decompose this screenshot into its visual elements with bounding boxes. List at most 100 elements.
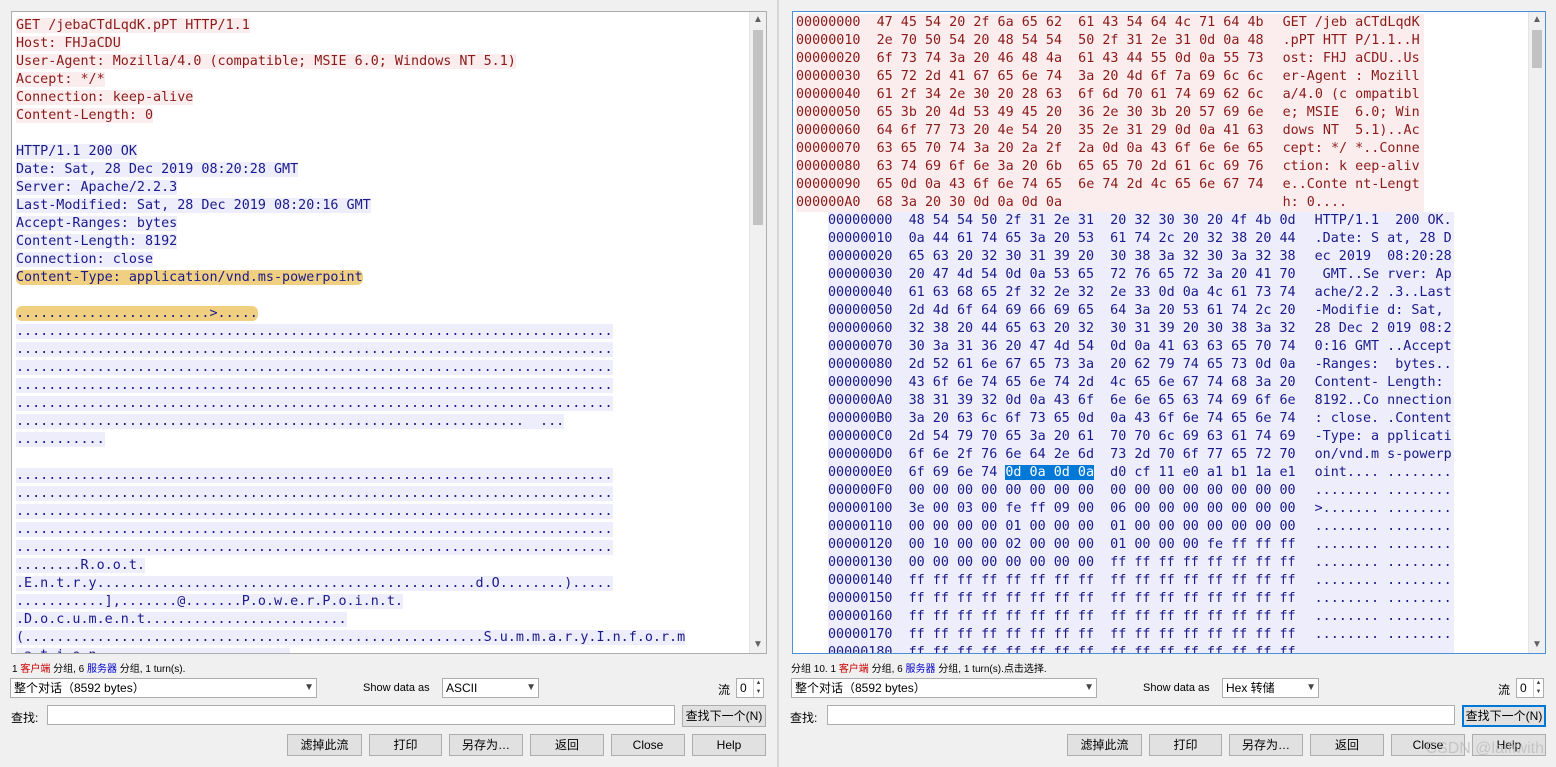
stream-line-text: ........................................…: [16, 486, 613, 501]
scroll-up-icon[interactable]: ▲: [750, 12, 766, 28]
find-input[interactable]: [47, 705, 675, 725]
hex-bytes[interactable]: 61 2f 34 2e 30 20 28 63 6f 6d 70 61 74 6…: [877, 86, 1283, 104]
hex-bytes[interactable]: 2d 54 79 70 65 3a 20 61 70 70 6c 69 63 6…: [909, 428, 1315, 446]
hex-bytes[interactable]: 00 00 00 00 01 00 00 00 01 00 00 00 00 0…: [909, 518, 1315, 536]
hex-bytes[interactable]: 47 45 54 20 2f 6a 65 62 61 43 54 64 4c 7…: [877, 14, 1283, 32]
filter-stream-button[interactable]: 滤掉此流: [1067, 734, 1142, 756]
stream-line: ........R.o.o.t.: [16, 557, 685, 575]
stream-line: (.......................................…: [16, 629, 686, 647]
hex-ascii: ........ ........: [1314, 483, 1452, 498]
vertical-scrollbar[interactable]: ▲ ▼: [1528, 12, 1545, 653]
stream-line-text: ........................................…: [16, 414, 565, 429]
stepper-arrows-icon[interactable]: ▲ ▼: [753, 679, 763, 697]
back-button[interactable]: 返回: [1310, 734, 1384, 756]
hex-bytes[interactable]: ff ff ff ff ff ff ff ff ff ff ff ff ff f…: [909, 608, 1315, 626]
show-data-label: Show data as: [1143, 682, 1210, 694]
stream-line: Content-Type: application/vnd.ms-powerpo…: [16, 269, 685, 287]
hex-bytes[interactable]: 48 54 54 50 2f 31 2e 31 20 32 30 30 20 4…: [909, 212, 1315, 230]
hex-bytes[interactable]: ff ff ff ff ff ff ff ff ff ff ff ff ff f…: [909, 572, 1315, 590]
hex-bytes[interactable]: 63 74 69 6f 6e 3a 20 6b 65 65 70 2d 61 6…: [877, 158, 1283, 176]
hex-bytes[interactable]: 0a 44 61 74 65 3a 20 53 61 74 2c 20 32 3…: [909, 230, 1315, 248]
stream-number-stepper[interactable]: 0 ▲ ▼: [736, 678, 764, 698]
selected-bytes[interactable]: 0d 0a 0d 0a: [1005, 465, 1095, 480]
stream-line: ........................................…: [16, 413, 685, 431]
hex-ascii: e; MSIE 6.0; Win: [1282, 105, 1420, 120]
stream-line: Accept: */*: [16, 71, 685, 89]
hex-bytes[interactable]: 43 6f 6e 74 65 6e 74 2d 4c 65 6e 67 74 6…: [909, 374, 1315, 392]
hex-row: 00000050 65 3b 20 4d 53 49 45 20 36 2e 3…: [796, 104, 1424, 122]
scrollbar-thumb[interactable]: [1532, 30, 1542, 68]
conversation-select[interactable]: 整个对话（8592 bytes） ▼: [791, 678, 1097, 698]
print-button[interactable]: 打印: [1149, 734, 1222, 756]
hex-bytes[interactable]: 65 72 2d 41 67 65 6e 74 3a 20 4d 6f 7a 6…: [877, 68, 1283, 86]
hex-bytes[interactable]: 61 63 68 65 2f 32 2e 32 2e 33 0d 0a 4c 6…: [909, 284, 1315, 302]
hex-bytes[interactable]: 2d 4d 6f 64 69 66 69 65 64 3a 20 53 61 7…: [909, 302, 1315, 320]
hex-bytes[interactable]: 2d 52 61 6e 67 65 73 3a 20 62 79 74 65 7…: [909, 356, 1315, 374]
find-input[interactable]: [827, 705, 1455, 725]
hex-bytes[interactable]: 64 6f 77 73 20 4e 54 20 35 2e 31 29 0d 0…: [877, 122, 1283, 140]
stepper-arrows-icon[interactable]: ▲ ▼: [1533, 679, 1543, 697]
save-as-button[interactable]: 另存为…: [449, 734, 523, 756]
hex-row: 00000180 ff ff ff ff ff ff ff ff ff ff f…: [828, 644, 1454, 653]
hex-bytes[interactable]: ff ff ff ff ff ff ff ff ff ff ff ff ff f…: [909, 590, 1315, 608]
hex-bytes[interactable]: 63 65 70 74 3a 20 2a 2f 2a 0d 0a 43 6f 6…: [877, 140, 1283, 158]
stream-line-text: ........................................…: [16, 396, 613, 411]
hex-ascii: .pPT HTT P/1.1..H: [1282, 33, 1420, 48]
hex-bytes[interactable]: 32 38 20 44 65 63 20 32 30 31 39 20 30 3…: [909, 320, 1315, 338]
stream-line-text: Accept-Ranges: bytes: [16, 216, 178, 231]
client-hex-block: 00000000 47 45 54 20 2f 6a 65 62 61 43 5…: [796, 14, 1424, 212]
hex-bytes[interactable]: 6f 73 74 3a 20 46 48 4a 61 43 44 55 0d 0…: [877, 50, 1283, 68]
find-next-button[interactable]: 查找下一个(N): [682, 705, 766, 727]
help-button[interactable]: Help: [692, 734, 766, 756]
hex-row: 00000150 ff ff ff ff ff ff ff ff ff ff f…: [828, 590, 1454, 608]
hex-offset: 000000E0: [828, 465, 893, 480]
ascii-stream-view[interactable]: GET /jebaCTdLqdK.pPT HTTP/1.1 Host: FHJaC…: [11, 11, 767, 654]
scroll-up-icon[interactable]: ▲: [1529, 12, 1545, 28]
stream-number-stepper[interactable]: 0 ▲ ▼: [1516, 678, 1544, 698]
hex-bytes[interactable]: ff ff ff ff ff ff ff ff ff ff ff ff ff f…: [909, 644, 1315, 653]
scrollbar-thumb[interactable]: [753, 30, 763, 225]
hex-bytes[interactable]: 65 0d 0a 43 6f 6e 74 65 6e 74 2d 4c 65 6…: [877, 176, 1283, 194]
show-data-select[interactable]: ASCII ▼: [442, 678, 539, 698]
hex-bytes[interactable]: 38 31 39 32 0d 0a 43 6f 6e 6e 65 63 74 6…: [909, 392, 1315, 410]
hex-bytes[interactable]: 00 10 00 00 02 00 00 00 01 00 00 00 fe f…: [909, 536, 1315, 554]
hex-bytes[interactable]: ff ff ff ff ff ff ff ff ff ff ff ff ff f…: [909, 626, 1315, 644]
hex-ascii: >....... ........: [1314, 501, 1452, 516]
stream-line-text: HTTP/1.1 200 OK: [16, 144, 137, 159]
hex-bytes[interactable]: 65 3b 20 4d 53 49 45 20 36 2e 30 3b 20 5…: [877, 104, 1283, 122]
stream-line-text: Host: FHJaCDU: [16, 36, 121, 51]
hex-bytes[interactable]: 6f 6e 2f 76 6e 64 2e 6d 73 2d 70 6f 77 6…: [909, 446, 1315, 464]
find-next-button[interactable]: 查找下一个(N): [1462, 705, 1546, 727]
show-data-select[interactable]: Hex 转储 ▼: [1222, 678, 1319, 698]
stream-label: 流: [1498, 683, 1511, 697]
stream-line: GET /jebaCTdLqdK.pPT HTTP/1.1: [16, 17, 685, 35]
hex-offset: 00000110: [828, 519, 893, 534]
stream-line-text: Server: Apache/2.2.3: [16, 180, 178, 195]
save-as-button[interactable]: 另存为…: [1229, 734, 1303, 756]
hex-bytes[interactable]: 00 00 00 00 00 00 00 00 ff ff ff ff ff f…: [909, 554, 1315, 572]
filter-stream-button[interactable]: 滤掉此流: [287, 734, 362, 756]
stream-line: ........................................…: [16, 539, 685, 557]
stream-line-text: (.......................................…: [16, 630, 686, 645]
chevron-down-icon: ▼: [304, 682, 314, 693]
vertical-scrollbar[interactable]: ▲ ▼: [749, 12, 766, 653]
back-button[interactable]: 返回: [530, 734, 604, 756]
print-button[interactable]: 打印: [369, 734, 442, 756]
hex-bytes[interactable]: 20 47 4d 54 0d 0a 53 65 72 76 65 72 3a 2…: [909, 266, 1315, 284]
conversation-select[interactable]: 整个对话（8592 bytes） ▼: [10, 678, 317, 698]
hex-stream-view[interactable]: 00000000 47 45 54 20 2f 6a 65 62 61 43 5…: [792, 11, 1546, 654]
hex-bytes[interactable]: 2e 70 50 54 20 48 54 54 50 2f 31 2e 31 0…: [877, 32, 1283, 50]
hex-bytes[interactable]: 68 3a 20 30 0d 0a 0d 0a: [877, 194, 1283, 212]
hex-bytes[interactable]: 3a 20 63 6c 6f 73 65 0d 0a 43 6f 6e 74 6…: [909, 410, 1315, 428]
scroll-down-icon[interactable]: ▼: [750, 637, 766, 653]
hex-bytes[interactable]: 00 00 00 00 00 00 00 00 00 00 00 00 00 0…: [909, 482, 1315, 500]
hex-row: 00000100 3e 00 03 00 fe ff 09 00 06 00 0…: [828, 500, 1454, 518]
hex-bytes[interactable]: 65 63 20 32 30 31 39 20 30 38 3a 32 30 3…: [909, 248, 1315, 266]
hex-bytes[interactable]: 30 3a 31 36 20 47 4d 54 0d 0a 41 63 63 6…: [909, 338, 1315, 356]
hex-ascii: ........ ........: [1314, 519, 1452, 534]
scroll-down-icon[interactable]: ▼: [1529, 637, 1545, 653]
hex-bytes[interactable]: 3e 00 03 00 fe ff 09 00 06 00 00 00 00 0…: [909, 500, 1315, 518]
hex-ascii: e..Conte nt-Lengt: [1282, 177, 1420, 192]
close-button[interactable]: Close: [611, 734, 685, 756]
hex-bytes[interactable]: 6f 69 6e 74 0d 0a 0d 0a d0 cf 11 e0 a1 b…: [909, 464, 1315, 482]
